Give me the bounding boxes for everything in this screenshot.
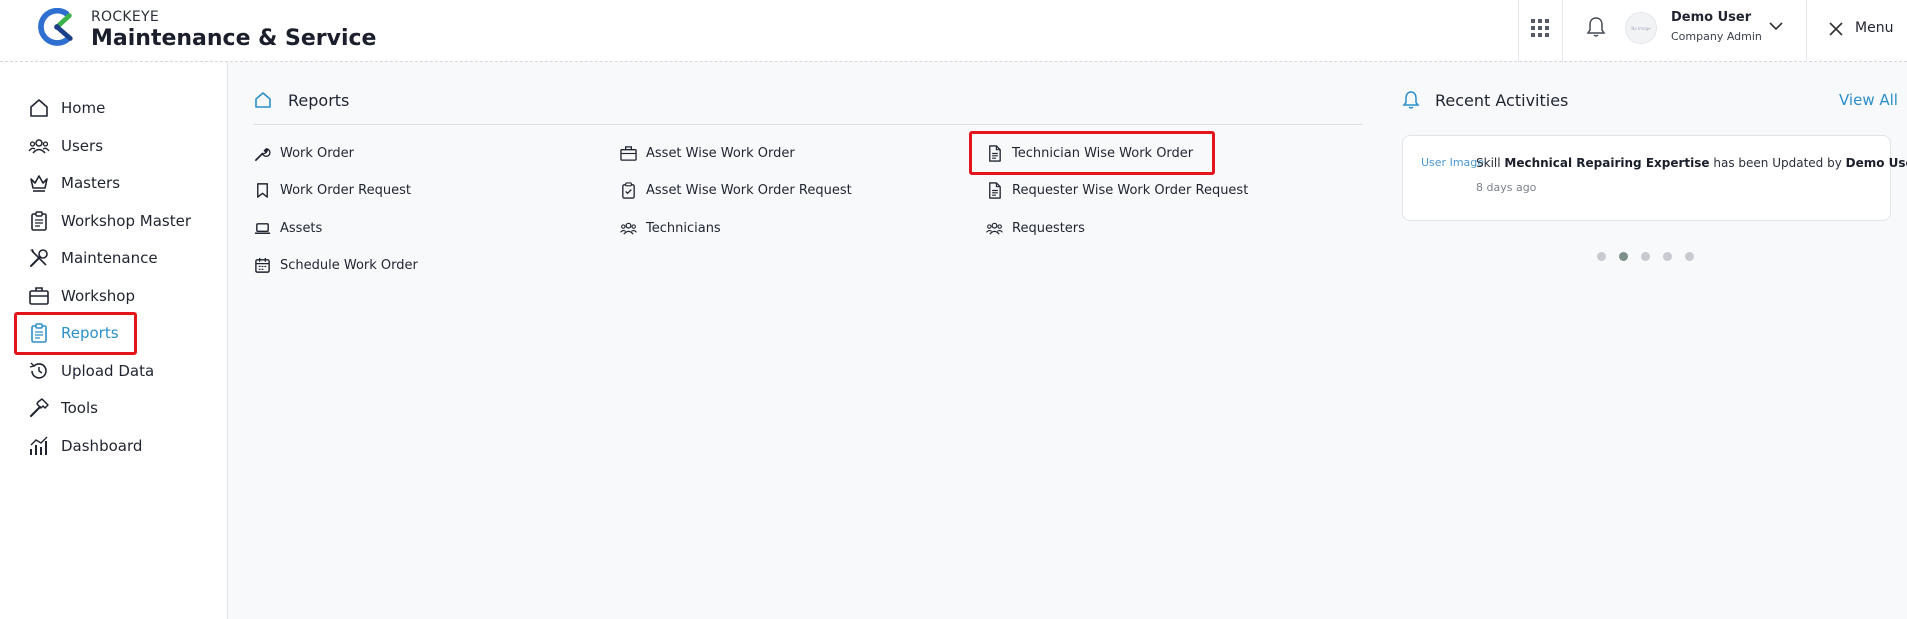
wrench-icon [255, 147, 271, 161]
home-icon [30, 99, 48, 117]
report-link-asset-wise-work-order-request[interactable]: Asset Wise Work Order Request [620, 180, 852, 200]
report-link-technicians[interactable]: Technicians [620, 218, 721, 238]
apps-grid-icon[interactable] [1531, 19, 1549, 37]
team-icon [620, 222, 637, 235]
sidebar-item-label: Workshop Master [61, 212, 191, 230]
reports-highlight-box [14, 312, 137, 355]
divider [253, 124, 1363, 125]
calendar-icon [255, 257, 270, 273]
notification-bell-icon[interactable] [1586, 16, 1606, 38]
sidebar-item-label: Users [61, 137, 104, 155]
sidebar-item-users[interactable]: Users [28, 133, 103, 159]
users-icon [28, 139, 50, 154]
sidebar-item-label: Maintenance [61, 249, 158, 267]
sidebar-item-label: Workshop [61, 287, 136, 305]
report-link-label: Work Order [280, 145, 354, 161]
carousel-dot[interactable] [1663, 252, 1672, 261]
report-link-label: Assets [280, 220, 323, 236]
report-link-requesters[interactable]: Requesters [986, 218, 1085, 238]
report-link-label: Work Order Request [280, 182, 411, 198]
sidebar-item-workshop[interactable]: Workshop [28, 283, 135, 309]
sidebar-item-dashboard[interactable]: Dashboard [28, 433, 142, 459]
hammer-icon [30, 398, 49, 417]
menu-button[interactable]: Menu [1855, 20, 1893, 36]
briefcase-icon [620, 145, 637, 161]
report-link-asset-wise-work-order[interactable]: Asset Wise Work Order [620, 143, 795, 163]
team-icon [986, 222, 1003, 235]
carousel-dot[interactable] [1685, 252, 1694, 261]
report-link-label: Asset Wise Work Order Request [646, 182, 852, 198]
rockeye-logo-icon[interactable] [38, 8, 76, 46]
activity-card: User Image Skill Mechnical Repairing Exp… [1402, 135, 1907, 221]
user-name[interactable]: Demo User [1671, 10, 1751, 25]
avatar[interactable]: No Image [1625, 12, 1657, 44]
sidebar-item-masters[interactable]: Masters [28, 170, 120, 196]
sidebar-item-tools[interactable]: Tools [28, 395, 98, 421]
chevron-down-icon[interactable] [1768, 20, 1784, 32]
activity-middle: has been Updated by [1713, 156, 1842, 170]
crown-icon [30, 175, 48, 192]
report-link-work-order[interactable]: Work Order [254, 143, 354, 163]
carousel-dot-active[interactable] [1619, 252, 1628, 261]
activity-subject: Mechnical Repairing Expertise [1504, 156, 1710, 170]
header-divider [1806, 0, 1807, 62]
briefcase-icon [29, 287, 49, 305]
sidebar-item-label: Tools [61, 399, 98, 417]
report-link-label: Asset Wise Work Order [646, 145, 795, 161]
activity-actor: Demo User [1845, 156, 1907, 170]
sidebar-item-label: Masters [61, 174, 121, 192]
brand-name: ROCKEYE [91, 9, 160, 25]
sidebar-item-maintenance[interactable]: Maintenance [28, 245, 158, 271]
close-icon[interactable] [1828, 21, 1844, 37]
user-image-placeholder: User Image [1421, 156, 1485, 169]
carousel-dots [1597, 252, 1694, 261]
carousel-dot[interactable] [1597, 252, 1606, 261]
report-link-schedule-work-order[interactable]: Schedule Work Order [254, 255, 418, 275]
technician-report-highlight-box [969, 131, 1215, 175]
sidebar-item-home[interactable]: Home [28, 95, 105, 121]
sidebar-item-label: Home [61, 99, 106, 117]
report-link-work-order-request[interactable]: Work Order Request [254, 180, 411, 200]
activity-text: Skill Mechnical Repairing Expertise has … [1476, 156, 1907, 170]
home-icon [255, 92, 271, 108]
top-header: ROCKEYE Maintenance & Service No Image D… [0, 0, 1907, 62]
header-divider [1562, 0, 1563, 62]
activity-timestamp: 8 days ago [1476, 181, 1537, 194]
clipboard-icon [31, 211, 47, 231]
bookmark-icon [257, 182, 268, 198]
report-link-label: Schedule Work Order [280, 257, 418, 273]
report-link-assets[interactable]: Assets [254, 218, 322, 238]
sidebar-item-label: Dashboard [61, 437, 143, 455]
history-icon [29, 362, 47, 379]
report-link-label: Technicians [646, 220, 721, 236]
view-all-link[interactable]: View All [1839, 91, 1898, 109]
sidebar-item-upload-data[interactable]: Upload Data [28, 358, 154, 384]
sidebar-item-workshop-master[interactable]: Workshop Master [28, 208, 191, 234]
activity-prefix: Skill [1476, 156, 1501, 170]
report-link-label: Requesters [1012, 220, 1085, 236]
notification-bell-icon [1402, 91, 1420, 109]
page-title: Reports [288, 91, 350, 110]
tools-icon [30, 249, 48, 267]
report-link-label: Requester Wise Work Order Request [1012, 182, 1249, 198]
recent-activities-title: Recent Activities [1435, 91, 1569, 110]
document-icon [989, 181, 1001, 199]
report-link-requester-wise-work-order-request[interactable]: Requester Wise Work Order Request [986, 180, 1248, 200]
laptop-icon [254, 222, 271, 234]
chart-icon [30, 436, 48, 455]
user-role: Company Admin [1671, 30, 1762, 43]
carousel-dot[interactable] [1641, 252, 1650, 261]
sidebar-item-label: Upload Data [61, 362, 155, 380]
app-title: Maintenance & Service [91, 26, 377, 51]
header-divider [1518, 0, 1519, 62]
clipboard-check-icon [622, 181, 635, 199]
